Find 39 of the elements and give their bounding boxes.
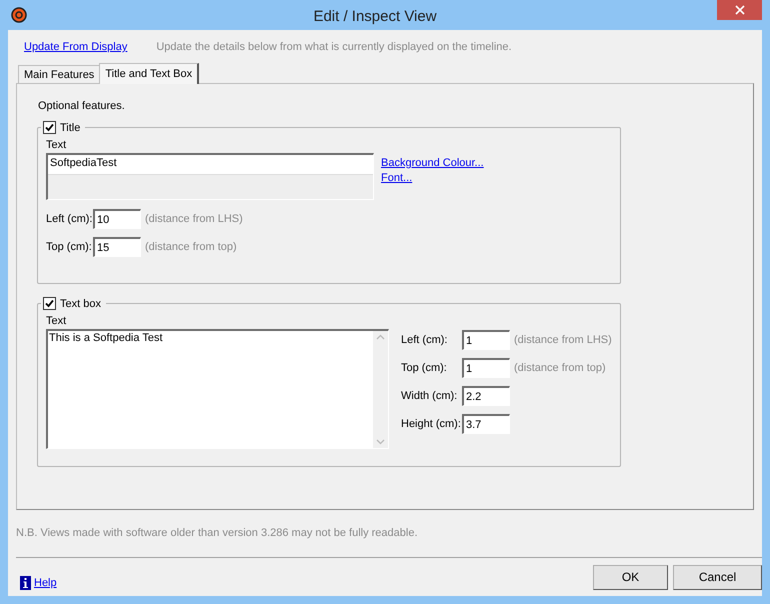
- field-label: Width (cm):: [401, 390, 458, 402]
- tab[interactable]: Main Features: [18, 65, 100, 83]
- input-field[interactable]: 1: [462, 358, 510, 378]
- field-note: (distance from top): [145, 241, 237, 253]
- checkbox-label: Title: [60, 122, 80, 134]
- field-label: Height (cm):: [401, 418, 462, 430]
- link[interactable]: Background Colour...: [381, 157, 484, 169]
- intro-text: Optional features.: [38, 100, 126, 114]
- input-field[interactable]: 2.2: [462, 386, 510, 406]
- title-text-field[interactable]: SoftpediaTest: [46, 153, 374, 200]
- input-field[interactable]: 3.7: [462, 414, 510, 434]
- app-icon: [11, 7, 27, 23]
- link[interactable]: Font...: [381, 172, 484, 184]
- field-label: Text: [46, 139, 68, 151]
- field-label: Left (cm):: [401, 334, 448, 346]
- input-field[interactable]: 1: [462, 330, 510, 350]
- field-label: Text: [46, 315, 68, 327]
- compatibility-note: N.B. Views made with software older than version 3.286 may not be fully readable.: [16, 527, 419, 541]
- close-button[interactable]: [717, 0, 762, 20]
- update-link[interactable]: Update From Display: [24, 41, 128, 53]
- window-title: Edit / Inspect View: [312, 6, 438, 24]
- field-note: (distance from LHS): [514, 334, 612, 346]
- close-icon: [734, 5, 744, 15]
- info-icon: [20, 576, 31, 590]
- field-label: Left (cm):: [46, 213, 93, 225]
- field-note: (distance from LHS): [145, 213, 243, 225]
- checkbox[interactable]: [43, 121, 56, 134]
- help-link[interactable]: Help: [34, 577, 57, 589]
- field-note: (distance from top): [514, 362, 606, 374]
- dialog-button[interactable]: Cancel: [673, 564, 762, 590]
- dialog-button[interactable]: OK: [593, 564, 668, 590]
- tab[interactable]: Title and Text Box: [99, 63, 200, 84]
- checkbox-label: Text box: [60, 298, 101, 310]
- field-label: Top (cm):: [46, 241, 93, 253]
- checkbox[interactable]: [43, 297, 56, 310]
- update-description: Update the details below from what is currently displayed on the timeline.: [156, 41, 512, 53]
- input-field[interactable]: 15: [93, 237, 141, 257]
- field-label: Top (cm):: [401, 362, 448, 374]
- input-field[interactable]: 10: [93, 209, 141, 229]
